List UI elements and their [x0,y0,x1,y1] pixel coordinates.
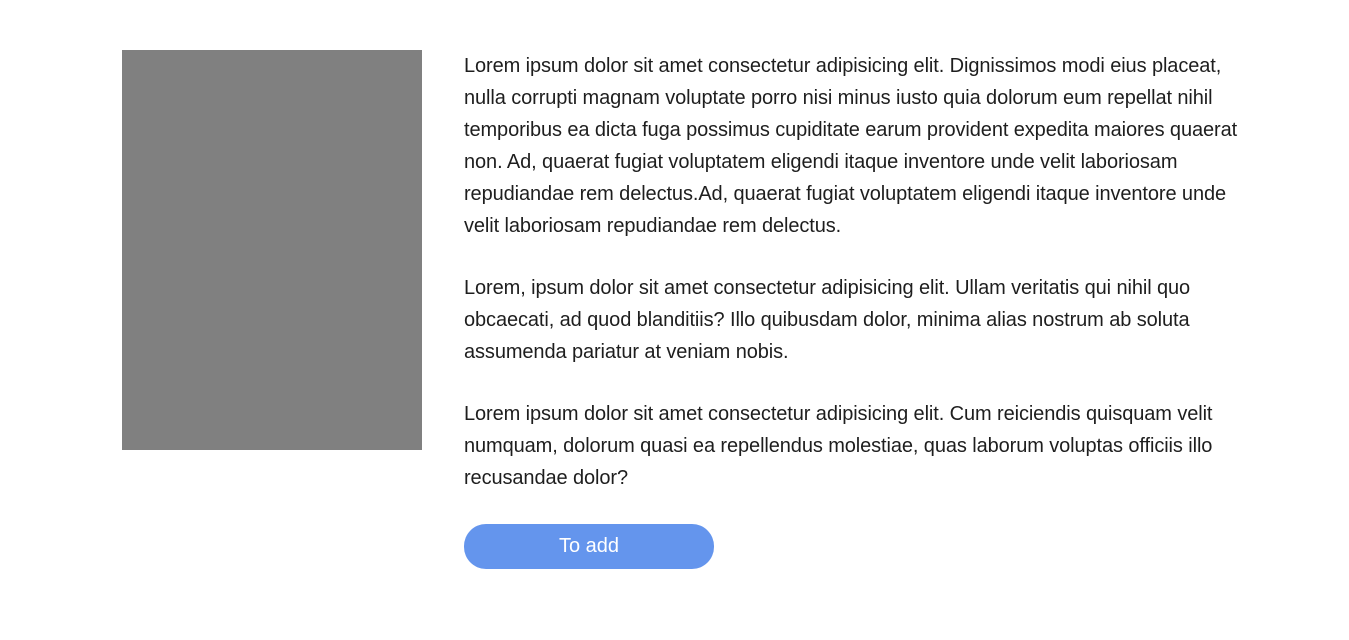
product-image-placeholder [122,50,422,450]
product-card: Lorem ipsum dolor sit amet consectetur a… [0,0,1349,640]
product-description-paragraph-3: Lorem ipsum dolor sit amet consectetur a… [464,403,1213,489]
add-button[interactable]: To add [464,524,714,569]
product-content: Lorem ipsum dolor sit amet consectetur a… [464,50,1254,569]
product-description-paragraph-2: Lorem, ipsum dolor sit amet consectetur … [464,277,1191,363]
product-description-paragraph-1: Lorem ipsum dolor sit amet consectetur a… [464,55,1238,237]
